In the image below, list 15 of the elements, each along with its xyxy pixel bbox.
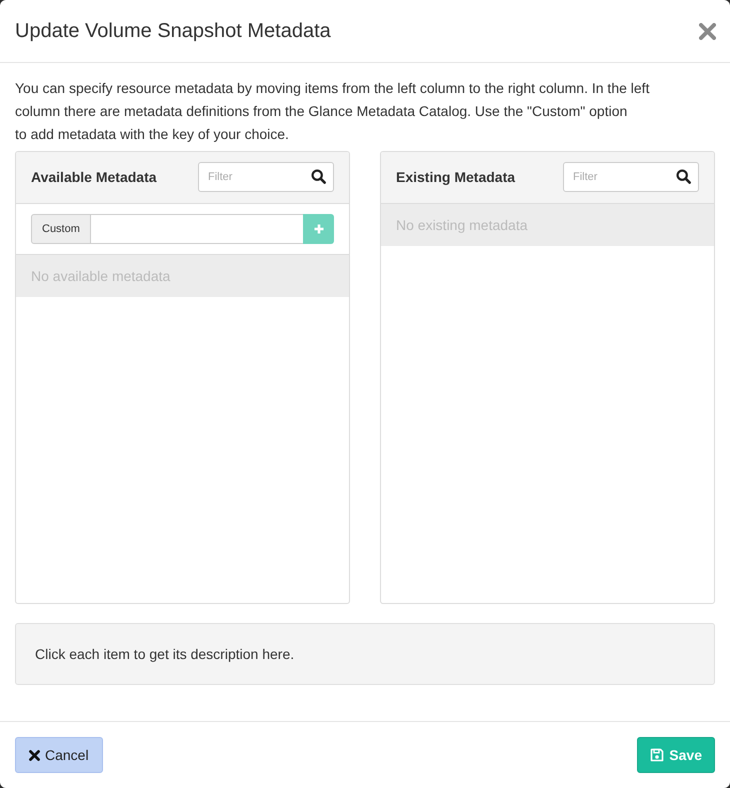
search-icon[interactable] bbox=[676, 169, 691, 184]
description-box: Click each item to get its description here. bbox=[15, 623, 715, 685]
search-icon[interactable] bbox=[311, 169, 326, 184]
dialog-title: Update Volume Snapshot Metadata bbox=[15, 19, 331, 44]
plus-icon bbox=[314, 224, 324, 234]
close-icon bbox=[29, 750, 40, 760]
description-text: You can specify resource metadata by moving items from the left column to the right column. In the left column there are metadata definitions from the Glance Metadata Catalog. Use the "Custom" option to add metadata with the key of your choice. bbox=[15, 79, 650, 144]
filter-field[interactable]: Filter bbox=[198, 162, 334, 192]
close-icon[interactable] bbox=[699, 22, 716, 40]
cancel-button[interactable]: Cancel bbox=[15, 737, 103, 773]
panel-title: Available Metadata bbox=[31, 168, 157, 187]
panel-title: Existing Metadata bbox=[396, 168, 516, 187]
filter-field[interactable]: Filter bbox=[563, 162, 699, 192]
custom-label: Custom bbox=[31, 214, 91, 244]
custom-key-field[interactable] bbox=[90, 214, 303, 244]
